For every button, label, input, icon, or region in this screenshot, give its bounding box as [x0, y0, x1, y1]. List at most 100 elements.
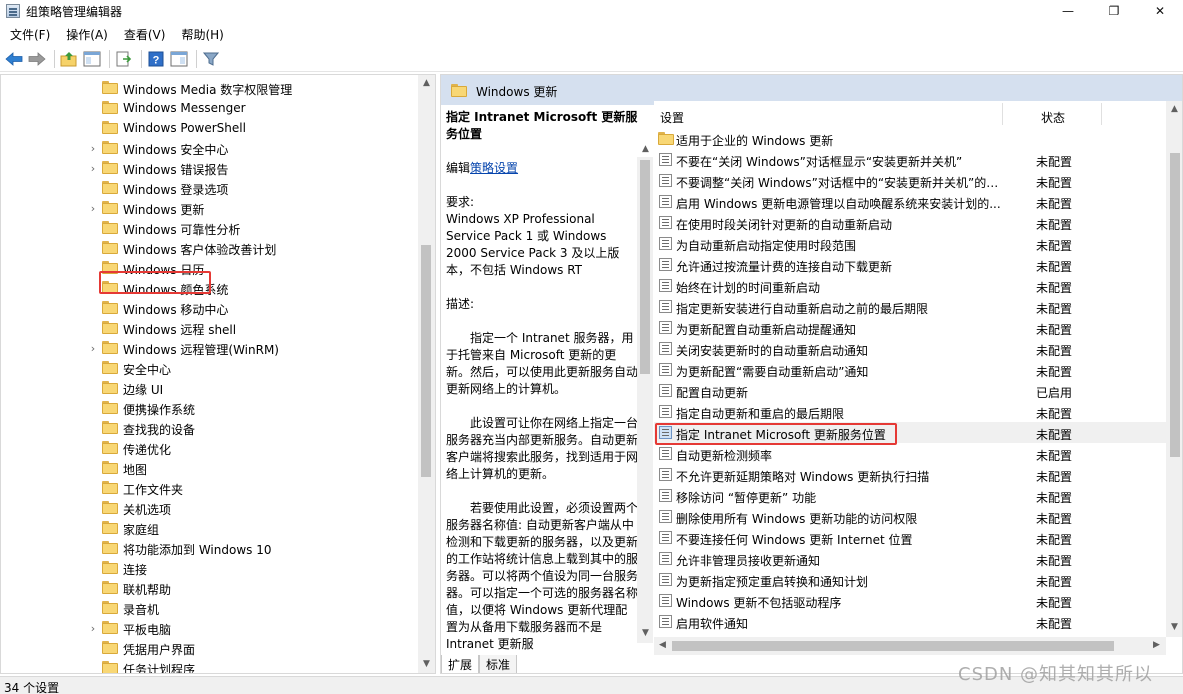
tree-item[interactable]: 将功能添加到 Windows 10: [1, 538, 418, 558]
settings-horizontal-scrollbar[interactable]: ◀ ▶: [654, 637, 1166, 655]
tree-item-label: 地图: [123, 463, 148, 477]
list-item[interactable]: Windows 更新不包括驱动程序 未配置: [654, 590, 1166, 611]
list-item-state: 未配置: [1036, 407, 1073, 421]
menu-help[interactable]: 帮助(H): [171, 26, 229, 43]
list-item[interactable]: 配置自动更新 已启用: [654, 380, 1166, 401]
list-item-folder[interactable]: 适用于企业的 Windows 更新: [654, 128, 1166, 149]
help-icon[interactable]: ?: [146, 49, 166, 69]
scroll-left-arrow-icon[interactable]: ◀: [658, 641, 667, 650]
list-item[interactable]: 始终在计划的时间重新启动 未配置: [654, 275, 1166, 296]
list-item[interactable]: 允许非管理员接收更新通知 未配置: [654, 548, 1166, 569]
expand-chevron-icon[interactable]: ›: [88, 138, 98, 158]
edit-policy-link[interactable]: 策略设置: [470, 161, 518, 175]
tree-item[interactable]: 关机选项: [1, 498, 418, 518]
tree-item[interactable]: Windows 客户体验改善计划: [1, 238, 418, 258]
tree-item[interactable]: 安全中心: [1, 358, 418, 378]
expand-chevron-icon[interactable]: ›: [88, 198, 98, 218]
tree-item[interactable]: 传递优化: [1, 438, 418, 458]
properties-view-icon[interactable]: [169, 49, 189, 69]
list-item[interactable]: 删除使用所有 Windows 更新功能的访问权限 未配置: [654, 506, 1166, 527]
tree-item[interactable]: Windows Messenger: [1, 98, 418, 118]
scroll-up-arrow-icon[interactable]: ▲: [641, 145, 650, 154]
settings-vertical-scrollbar[interactable]: ▲ ▼: [1166, 101, 1182, 637]
tree-item[interactable]: Windows 移动中心: [1, 298, 418, 318]
menu-view[interactable]: 查看(V): [114, 26, 172, 43]
tree-item[interactable]: 地图: [1, 458, 418, 478]
tree-item[interactable]: 工作文件夹: [1, 478, 418, 498]
tree-item[interactable]: Windows 可靠性分析: [1, 218, 418, 238]
tree-item[interactable]: › 平板电脑: [1, 618, 418, 638]
list-item[interactable]: 在使用时段关闭针对更新的自动重新启动 未配置: [654, 212, 1166, 233]
list-item[interactable]: 不要连接任何 Windows 更新 Internet 位置 未配置: [654, 527, 1166, 548]
column-header-state[interactable]: 状态: [1041, 109, 1065, 126]
tree-item[interactable]: 连接: [1, 558, 418, 578]
column-divider[interactable]: [1101, 103, 1102, 125]
tree-vertical-scrollbar[interactable]: ▲ ▼: [418, 75, 435, 673]
tree-item[interactable]: 任务计划程序: [1, 658, 418, 673]
column-header-setting[interactable]: 设置: [660, 109, 684, 126]
tree-item[interactable]: › Windows 错误报告: [1, 158, 418, 178]
scroll-down-arrow-icon[interactable]: ▼: [422, 660, 431, 669]
scroll-down-arrow-icon[interactable]: ▼: [641, 629, 650, 638]
policy-tree[interactable]: 任务计划程序 凭据用户界面 › 平板电脑 录音机 联机帮助 连接 将功能添加到 Windows…: [0, 74, 436, 674]
maximize-button[interactable]: ❐: [1091, 0, 1137, 22]
description-scroll-thumb[interactable]: [640, 160, 650, 374]
forward-icon[interactable]: [27, 49, 47, 69]
tree-item[interactable]: 凭据用户界面: [1, 638, 418, 658]
minimize-button[interactable]: —: [1045, 0, 1091, 22]
tree-item[interactable]: Windows PowerShell: [1, 118, 418, 138]
list-item[interactable]: 允许通过按流量计费的连接自动下载更新 未配置: [654, 254, 1166, 275]
menu-file[interactable]: 文件(F): [0, 26, 56, 43]
scroll-right-arrow-icon[interactable]: ▶: [1152, 641, 1161, 650]
list-item[interactable]: 为自动重新启动指定使用时段范围 未配置: [654, 233, 1166, 254]
scroll-up-arrow-icon[interactable]: ▲: [422, 79, 431, 88]
tree-item[interactable]: 查找我的设备: [1, 418, 418, 438]
list-item[interactable]: 为更新配置“需要自动重新启动”通知 未配置: [654, 359, 1166, 380]
expand-chevron-icon[interactable]: ›: [88, 338, 98, 358]
list-item-label: 允许通过按流量计费的连接自动下载更新: [676, 260, 893, 274]
tab-extended[interactable]: 扩展: [441, 655, 480, 673]
tree-scroll-thumb[interactable]: [421, 245, 431, 477]
list-item-label: 启用 Windows 更新电源管理以自动唤醒系统来安装计划的...: [676, 197, 1001, 211]
expand-chevron-icon[interactable]: ›: [88, 618, 98, 638]
list-item[interactable]: 自动更新检测频率 未配置: [654, 443, 1166, 464]
settings-hscroll-thumb[interactable]: [672, 641, 1114, 651]
scroll-up-arrow-icon[interactable]: ▲: [1170, 105, 1179, 114]
folder-icon: [102, 141, 118, 154]
tree-item[interactable]: 边缘 UI: [1, 378, 418, 398]
tree-item[interactable]: Windows 登录选项: [1, 178, 418, 198]
list-item[interactable]: 为更新配置自动重新启动提醒通知 未配置: [654, 317, 1166, 338]
close-button[interactable]: ✕: [1137, 0, 1183, 22]
list-item[interactable]: 不要调整“关闭 Windows”对话框中的“安装更新并关机”的默... 未配置: [654, 170, 1166, 191]
list-item[interactable]: 移除访问 “暂停更新” 功能 未配置: [654, 485, 1166, 506]
list-item[interactable]: 启用软件通知 未配置: [654, 611, 1166, 632]
tab-standard[interactable]: 标准: [479, 655, 518, 673]
export-list-icon[interactable]: [114, 49, 134, 69]
column-divider[interactable]: [1002, 103, 1003, 125]
tree-item[interactable]: 家庭组: [1, 518, 418, 538]
tree-item[interactable]: 便携操作系统: [1, 398, 418, 418]
list-item[interactable]: 不允许更新延期策略对 Windows 更新执行扫描 未配置: [654, 464, 1166, 485]
filter-icon[interactable]: [201, 49, 221, 69]
tree-item[interactable]: › Windows 安全中心: [1, 138, 418, 158]
tree-item[interactable]: › Windows 远程管理(WinRM): [1, 338, 418, 358]
menu-action[interactable]: 操作(A): [56, 26, 114, 43]
list-item[interactable]: 为更新指定预定重启转换和通知计划 未配置: [654, 569, 1166, 590]
back-icon[interactable]: [4, 49, 24, 69]
show-hide-tree-icon[interactable]: [82, 49, 102, 69]
list-item[interactable]: 指定更新安装进行自动重新启动之前的最后期限 未配置: [654, 296, 1166, 317]
tree-item[interactable]: 录音机: [1, 598, 418, 618]
tree-item[interactable]: Windows Media 数字权限管理: [1, 78, 418, 98]
description-vertical-scrollbar[interactable]: ▲ ▼: [637, 145, 653, 643]
tree-item[interactable]: Windows 远程 shell: [1, 318, 418, 338]
up-folder-icon[interactable]: [59, 49, 79, 69]
expand-chevron-icon[interactable]: ›: [88, 158, 98, 178]
tree-item[interactable]: › Windows 更新: [1, 198, 418, 218]
list-item[interactable]: 启用 Windows 更新电源管理以自动唤醒系统来安装计划的... 未配置: [654, 191, 1166, 212]
list-item[interactable]: 关闭安装更新时的自动重新启动通知 未配置: [654, 338, 1166, 359]
settings-scroll-thumb[interactable]: [1170, 153, 1180, 457]
tree-item[interactable]: 联机帮助: [1, 578, 418, 598]
list-item[interactable]: 不要在“关闭 Windows”对话框显示“安装更新并关机” 未配置: [654, 149, 1166, 170]
scroll-down-arrow-icon[interactable]: ▼: [1170, 623, 1179, 632]
list-item[interactable]: 指定自动更新和重启的最后期限 未配置: [654, 401, 1166, 422]
